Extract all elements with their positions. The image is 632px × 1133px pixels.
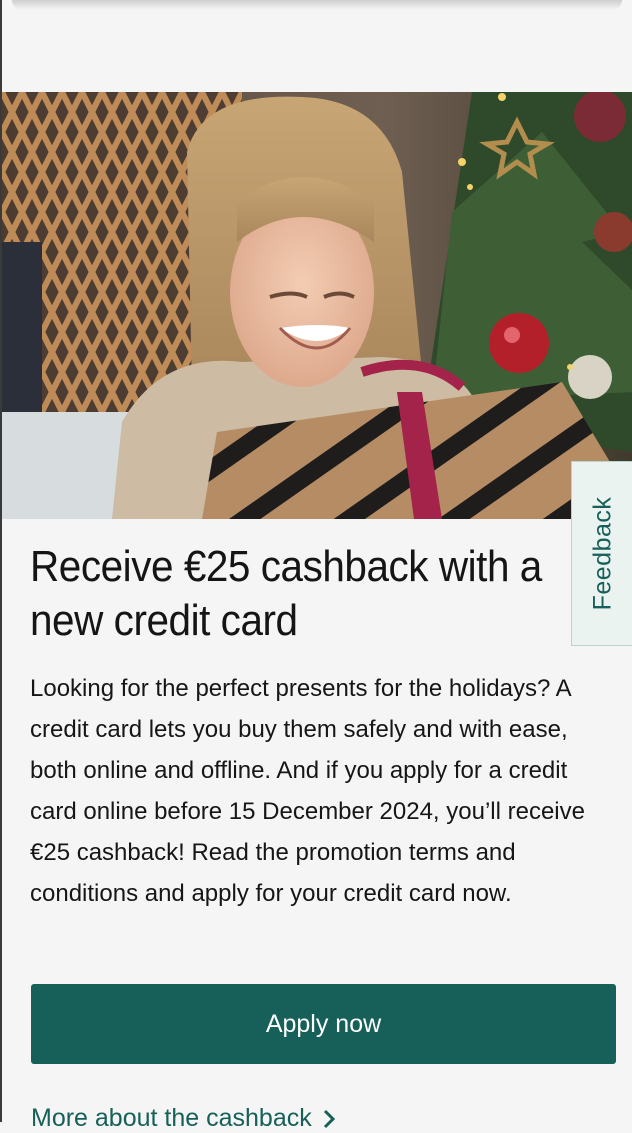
promo-title: Receive €25 cashback with a new credit c… [30,542,542,645]
top-header-bar [2,0,632,92]
more-link-label: More about the cashback [31,1104,312,1132]
promo-content: Receive €25 cashback with a new credit c… [30,540,620,914]
feedback-label: Feedback [588,496,617,611]
promo-description: Looking for the perfect presents for the… [30,675,585,907]
more-about-cashback-link[interactable]: More about the cashback [31,1104,336,1133]
chevron-right-icon [323,1109,335,1128]
feedback-tab[interactable]: Feedback [571,461,632,646]
apply-now-button[interactable]: Apply now [31,984,616,1064]
header-shadow [12,0,622,10]
hero-image [2,92,632,519]
